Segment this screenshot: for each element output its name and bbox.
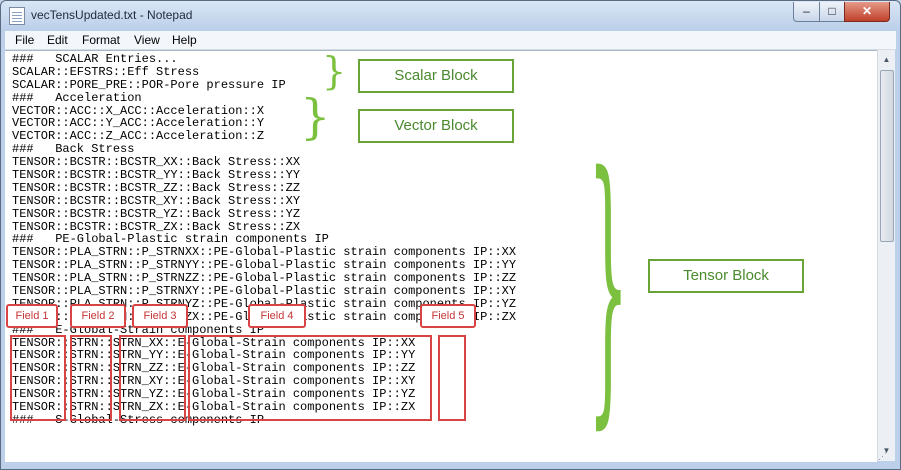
vector-block-label: Vector Block <box>358 109 514 143</box>
text-line: ### Acceleration <box>12 90 142 105</box>
menu-help[interactable]: Help <box>172 33 197 47</box>
field-1-box <box>10 335 66 421</box>
field-3-box <box>119 335 186 421</box>
window-title: vecTensUpdated.txt - Notepad <box>31 8 193 22</box>
scroll-thumb[interactable] <box>880 70 894 242</box>
scalar-brace: } <box>322 49 347 93</box>
menu-edit[interactable]: Edit <box>47 33 68 47</box>
scroll-up-arrow-icon[interactable]: ▲ <box>879 52 894 68</box>
text-line: TENSOR::BCSTR::BCSTR_YY::Back Stress::YY <box>12 168 301 183</box>
text-line: TENSOR::BCSTR::BCSTR_YZ::Back Stress::YZ <box>12 206 301 221</box>
menu-format[interactable]: Format <box>82 33 120 47</box>
menu-bar: File Edit Format View Help <box>5 31 896 50</box>
menu-file[interactable]: File <box>15 33 34 47</box>
scalar-block-label: Scalar Block <box>358 59 514 93</box>
menu-view[interactable]: View <box>134 33 160 47</box>
field-4-label: Field 4 <box>248 304 306 328</box>
tensor-brace: } <box>588 116 629 453</box>
text-line: TENSOR::BCSTR::BCSTR_XY::Back Stress::XY <box>12 193 301 208</box>
field-5-box <box>438 335 466 421</box>
vertical-scrollbar[interactable]: ▲ ▼ <box>877 50 895 461</box>
minimize-button[interactable]: – <box>793 2 820 22</box>
field-2-box <box>70 335 112 421</box>
vector-brace: } <box>300 89 331 145</box>
field-2-label: Field 2 <box>70 304 126 328</box>
text-line: TENSOR::BCSTR::BCSTR_ZZ::Back Stress::ZZ <box>12 180 301 195</box>
field-4-box <box>188 335 432 421</box>
field-1-label: Field 1 <box>6 304 58 328</box>
close-button[interactable]: ✕ <box>844 2 890 22</box>
text-line: TENSOR::PLA_STRN::P_STRNXY::PE-Global-Pl… <box>12 284 517 299</box>
field-3-label: Field 3 <box>132 304 188 328</box>
resize-grip-icon[interactable]: ⋰ <box>878 451 892 463</box>
title-bar[interactable]: vecTensUpdated.txt - Notepad – □ ✕ <box>1 1 900 31</box>
field-5-label: Field 5 <box>420 304 476 328</box>
notepad-icon <box>9 7 25 25</box>
maximize-button[interactable]: □ <box>819 2 845 22</box>
tensor-block-label: Tensor Block <box>648 259 804 293</box>
